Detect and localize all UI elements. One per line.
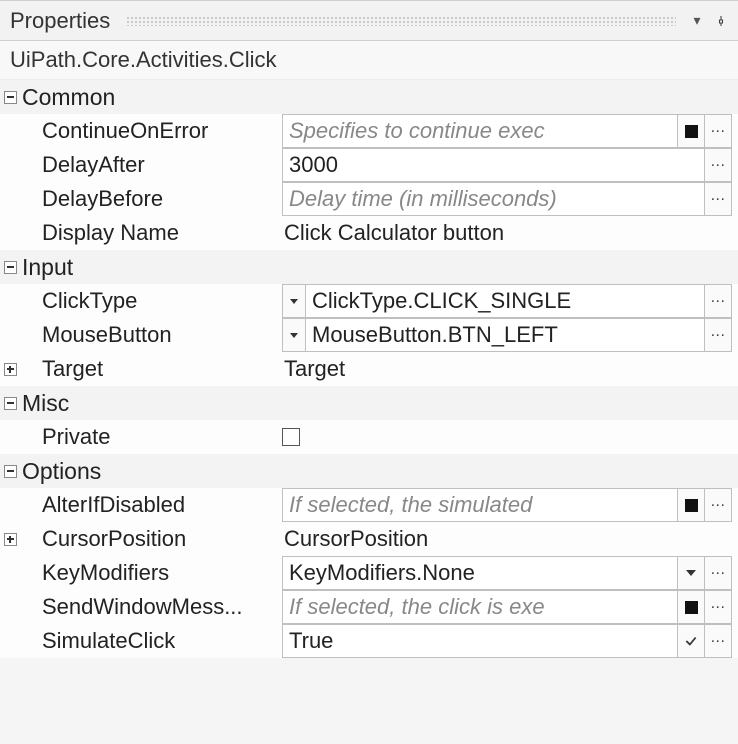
prop-send-window-messages: SendWindowMess... If selected, the click…	[0, 590, 738, 624]
ellipsis-button[interactable]	[704, 590, 732, 624]
null-indicator-icon[interactable]	[677, 488, 705, 522]
activity-type: UiPath.Core.Activities.Click	[0, 41, 738, 80]
category-label: Input	[20, 254, 73, 281]
null-indicator-icon[interactable]	[677, 590, 705, 624]
dropdown-icon[interactable]	[282, 284, 306, 318]
prop-label: DelayBefore	[40, 186, 163, 212]
ellipsis-button[interactable]	[704, 284, 732, 318]
panel-title: Properties	[10, 8, 120, 34]
category-label: Common	[20, 84, 115, 111]
category-options[interactable]: Options	[0, 454, 738, 488]
category-label: Misc	[20, 390, 69, 417]
ellipsis-button[interactable]	[704, 148, 732, 182]
alter-if-disabled-input[interactable]: If selected, the simulated	[282, 488, 678, 522]
ellipsis-button[interactable]	[704, 318, 732, 352]
expand-icon[interactable]	[4, 261, 17, 274]
category-misc[interactable]: Misc	[0, 386, 738, 420]
prop-label: Target	[40, 356, 103, 382]
expand-icon[interactable]	[4, 465, 17, 478]
expand-icon[interactable]	[4, 533, 17, 546]
display-name-value[interactable]: Click Calculator button	[282, 216, 732, 250]
panel-grip[interactable]	[126, 16, 676, 26]
send-window-messages-input[interactable]: If selected, the click is exe	[282, 590, 678, 624]
checked-icon[interactable]	[677, 624, 705, 658]
ellipsis-button[interactable]	[704, 182, 732, 216]
property-grid: Common ContinueOnError Specifies to cont…	[0, 80, 738, 658]
prop-cursor-position: CursorPosition CursorPosition	[0, 522, 738, 556]
null-indicator-icon[interactable]	[677, 114, 705, 148]
prop-click-type: ClickType ClickType.CLICK_SINGLE	[0, 284, 738, 318]
expand-icon[interactable]	[4, 397, 17, 410]
prop-label: MouseButton	[40, 322, 172, 348]
prop-label: Display Name	[40, 220, 179, 246]
category-common[interactable]: Common	[0, 80, 738, 114]
prop-display-name: Display Name Click Calculator button	[0, 216, 738, 250]
prop-simulate-click: SimulateClick True	[0, 624, 738, 658]
cursor-position-value[interactable]: CursorPosition	[282, 522, 732, 556]
prop-label: AlterIfDisabled	[40, 492, 185, 518]
mouse-button-input[interactable]: MouseButton.BTN_LEFT	[305, 318, 705, 352]
prop-label: Private	[40, 424, 110, 450]
pin-icon[interactable]	[712, 12, 730, 30]
prop-label: ClickType	[40, 288, 137, 314]
prop-delay-before: DelayBefore Delay time (in milliseconds)	[0, 182, 738, 216]
expand-icon[interactable]	[4, 363, 17, 376]
prop-label: SendWindowMess...	[40, 594, 243, 620]
simulate-click-input[interactable]: True	[282, 624, 678, 658]
delay-before-input[interactable]: Delay time (in milliseconds)	[282, 182, 705, 216]
expand-icon[interactable]	[4, 91, 17, 104]
prop-target: Target Target	[0, 352, 738, 386]
prop-label: ContinueOnError	[40, 118, 208, 144]
click-type-input[interactable]: ClickType.CLICK_SINGLE	[305, 284, 705, 318]
ellipsis-button[interactable]	[704, 556, 732, 590]
prop-key-modifiers: KeyModifiers KeyModifiers.None	[0, 556, 738, 590]
private-checkbox[interactable]	[282, 428, 300, 446]
category-label: Options	[20, 458, 101, 485]
prop-label: DelayAfter	[40, 152, 145, 178]
panel-menu-dropdown-icon[interactable]: ▾	[688, 12, 706, 30]
dropdown-icon[interactable]	[282, 318, 306, 352]
ellipsis-button[interactable]	[704, 624, 732, 658]
panel-header: Properties ▾	[0, 1, 738, 41]
dropdown-icon[interactable]	[677, 556, 705, 590]
ellipsis-button[interactable]	[704, 114, 732, 148]
prop-mouse-button: MouseButton MouseButton.BTN_LEFT	[0, 318, 738, 352]
properties-panel: Properties ▾ UiPath.Core.Activities.Clic…	[0, 0, 738, 658]
continue-on-error-input[interactable]: Specifies to continue exec	[282, 114, 678, 148]
category-input[interactable]: Input	[0, 250, 738, 284]
prop-label: CursorPosition	[40, 526, 186, 552]
ellipsis-button[interactable]	[704, 488, 732, 522]
prop-label: SimulateClick	[40, 628, 175, 654]
key-modifiers-input[interactable]: KeyModifiers.None	[282, 556, 678, 590]
delay-after-input[interactable]: 3000	[282, 148, 705, 182]
prop-alter-if-disabled: AlterIfDisabled If selected, the simulat…	[0, 488, 738, 522]
prop-continue-on-error: ContinueOnError Specifies to continue ex…	[0, 114, 738, 148]
prop-delay-after: DelayAfter 3000	[0, 148, 738, 182]
target-value[interactable]: Target	[282, 352, 732, 386]
prop-private: Private	[0, 420, 738, 454]
prop-label: KeyModifiers	[40, 560, 169, 586]
